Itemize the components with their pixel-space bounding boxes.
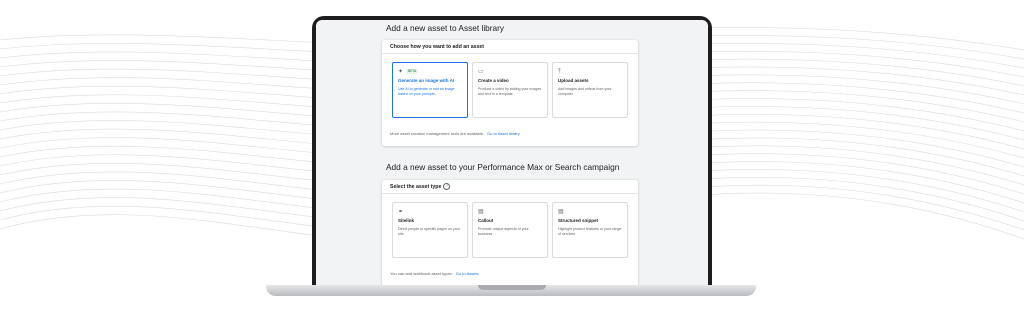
- video-icon: ▭: [478, 69, 484, 75]
- generate-image-ai-tile[interactable]: ✦ BETA Generate an image with AI Use AI t…: [392, 62, 468, 118]
- link-icon: ⚭: [398, 209, 404, 215]
- tile-description: Add images and videos from your computer: [558, 87, 612, 96]
- callout-tile[interactable]: ▤ Callout Promote unique aspects of your…: [472, 202, 548, 258]
- create-video-tile[interactable]: ▭ Create a video Produce a video by addi…: [472, 62, 548, 118]
- laptop-screen: Add a new asset to Asset library Choose …: [316, 20, 708, 286]
- footnote-text: More asset creation management tools are…: [390, 131, 485, 136]
- campaign-footnote: You can add additional asset types. Go to…: [390, 271, 478, 276]
- tile-title: Create a video: [478, 78, 509, 83]
- go-to-assets-link[interactable]: Go to Assets: [456, 271, 479, 276]
- tile-description: Highlight product features or your range…: [558, 227, 622, 236]
- document-icon: ▤: [558, 209, 564, 215]
- sitelink-tile[interactable]: ⚭ Sitelink Direct people to specific pag…: [392, 202, 468, 258]
- go-to-asset-library-link[interactable]: Go to Asset library: [487, 131, 520, 136]
- asset-library-footnote: More asset creation management tools are…: [390, 131, 520, 136]
- document-icon: ▤: [478, 209, 484, 215]
- help-icon[interactable]: ?: [443, 183, 451, 191]
- tile-title: Upload assets: [558, 78, 589, 83]
- campaign-card-heading-row: Select the asset type?: [382, 180, 638, 194]
- tile-description: Promote unique aspects of your business: [478, 227, 529, 236]
- upload-assets-tile[interactable]: ⤒ Upload assets Add images and videos fr…: [552, 62, 628, 118]
- footnote-text: You can add additional asset types.: [390, 271, 453, 276]
- tile-title: Structured snippet: [558, 218, 599, 223]
- asset-library-title: Add a new asset to Asset library: [386, 23, 505, 33]
- tile-description: Use AI to generate or edit an image base…: [398, 87, 455, 96]
- asset-library-card: Choose how you want to add an asset ✦ BET…: [382, 40, 638, 146]
- beta-badge: BETA: [406, 68, 419, 74]
- upload-icon: ⤒: [558, 69, 561, 75]
- asset-library-card-heading: Choose how you want to add an asset: [382, 40, 638, 54]
- tile-title: Callout: [478, 218, 494, 223]
- tile-title: Sitelink: [398, 218, 415, 223]
- tile-description: Direct people to specific pages on your …: [398, 227, 460, 236]
- laptop-notch: [478, 285, 546, 290]
- campaign-asset-card: Select the asset type? ⚭ Sitelink Direct…: [382, 180, 638, 286]
- structured-snippet-tile[interactable]: ▤ Structured snippet Highlight product f…: [552, 202, 628, 258]
- campaign-section-title: Add a new asset to your Performance Max …: [386, 162, 620, 172]
- tile-title: Generate an image with AI: [398, 78, 455, 83]
- sparkle-icon: ✦ BETA: [398, 68, 419, 75]
- tile-description: Produce a video by adding your images an…: [478, 87, 542, 96]
- campaign-card-heading: Select the asset type: [390, 184, 442, 190]
